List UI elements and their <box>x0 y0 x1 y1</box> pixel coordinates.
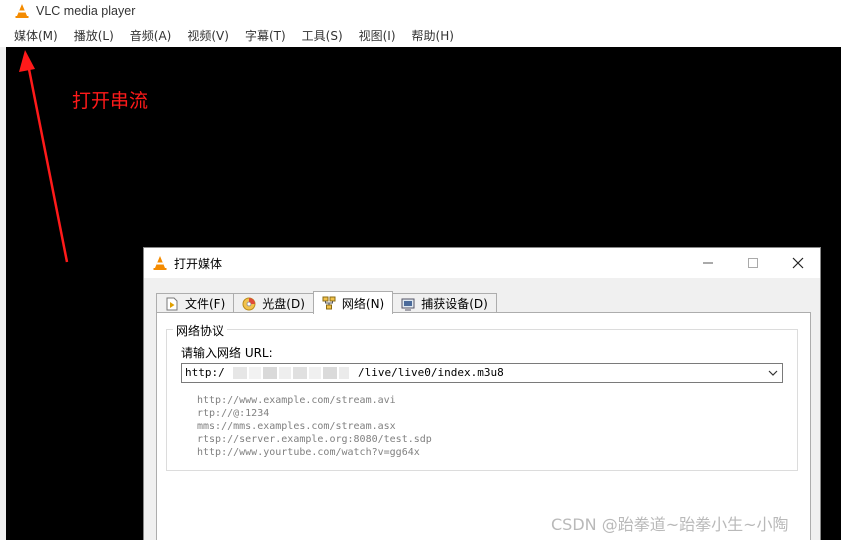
example-url: rtp://@:1234 <box>197 408 270 419</box>
file-play-icon <box>165 297 179 311</box>
tab-capture-device-label: 捕获设备(D) <box>421 297 488 311</box>
menu-view[interactable]: 视图(I) <box>351 27 404 44</box>
vlc-cone-icon <box>15 4 29 18</box>
menu-audio[interactable]: 音频(A) <box>122 27 180 44</box>
minimize-icon <box>702 262 713 264</box>
group-title: 网络协议 <box>173 322 228 339</box>
url-prefix: http:/ <box>185 366 225 379</box>
maximize-icon <box>747 258 758 268</box>
network-icon <box>322 296 336 310</box>
tab-disc-label: 光盘(D) <box>262 297 305 311</box>
capture-device-icon <box>401 297 415 311</box>
tab-file[interactable]: 文件(F) <box>156 293 235 313</box>
chevron-down-icon <box>768 370 778 376</box>
menubar: 媒体(M) 播放(L) 音频(A) 视频(V) 字幕(T) 工具(S) 视图(I… <box>6 24 462 46</box>
example-url: http://www.example.com/stream.avi <box>197 395 396 406</box>
tab-network[interactable]: 网络(N) <box>312 291 394 314</box>
url-combobox[interactable]: http:/ /live/live0/index.m3u8 <box>181 363 783 383</box>
tab-file-label: 文件(F) <box>185 297 226 311</box>
maximize-button[interactable] <box>730 248 775 278</box>
dialog-tabs: 文件(F) 光盘(D) 网络(N) 捕获设备(D) <box>156 291 497 314</box>
minimize-button[interactable] <box>685 248 730 278</box>
menu-help[interactable]: 帮助(H) <box>404 27 462 44</box>
annotation-label: 打开串流 <box>72 90 149 112</box>
url-input[interactable]: http:/ /live/live0/index.m3u8 <box>182 366 764 380</box>
network-protocol-group: 网络协议 请输入网络 URL: http:/ /live/live0/index… <box>166 322 798 471</box>
example-url: rtsp://server.example.org:8080/test.sdp <box>197 434 432 445</box>
example-url: http://www.yourtube.com/watch?v=gg64x <box>197 447 420 458</box>
close-icon <box>792 257 803 269</box>
close-button[interactable] <box>775 248 820 278</box>
url-suffix: /live/live0/index.m3u8 <box>358 366 504 379</box>
vlc-cone-icon <box>153 256 167 270</box>
redacted-host <box>233 367 350 379</box>
url-label: 请输入网络 URL: <box>181 346 273 360</box>
tab-capture-device[interactable]: 捕获设备(D) <box>392 293 497 313</box>
combo-dropdown-button[interactable] <box>764 364 782 382</box>
menu-video[interactable]: 视频(V) <box>179 27 237 44</box>
url-examples: http://www.example.com/stream.avi rtp://… <box>197 394 432 459</box>
menu-subtitle[interactable]: 字幕(T) <box>237 27 294 44</box>
menu-tools[interactable]: 工具(S) <box>294 27 351 44</box>
open-media-dialog: 打开媒体 文件(F) 光盘(D) 网络(N) 捕获设备(D) 网络协议 请输入网… <box>143 247 821 540</box>
window-title: VLC media player <box>36 4 136 18</box>
network-tab-panel: 网络协议 请输入网络 URL: http:/ /live/live0/index… <box>156 312 811 540</box>
tab-network-label: 网络(N) <box>341 296 385 311</box>
tab-disc[interactable]: 光盘(D) <box>233 293 314 313</box>
disc-icon <box>242 297 256 311</box>
window-controls <box>685 248 820 278</box>
example-url: mms://mms.examples.com/stream.asx <box>197 421 396 432</box>
dialog-title: 打开媒体 <box>174 256 223 271</box>
watermark: CSDN @跆拳道~跆拳小生~小陶 <box>551 515 789 534</box>
dialog-titlebar[interactable]: 打开媒体 <box>144 248 820 278</box>
menu-playback[interactable]: 播放(L) <box>66 27 122 44</box>
vlc-titlebar: VLC media player <box>0 0 841 22</box>
menu-media[interactable]: 媒体(M) <box>6 27 66 44</box>
